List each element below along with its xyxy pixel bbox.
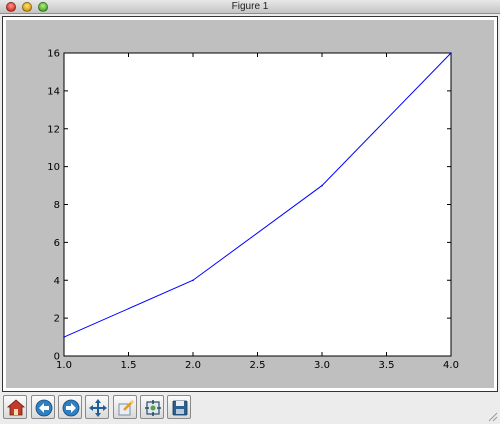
figure-canvas: 1.0 1.5 2.0 2.5 3.0 3.5 4.0 0 2 4 6 8 10 12 14 16: [2, 16, 498, 392]
pan-button[interactable]: [85, 395, 109, 419]
y-tick-label: 12: [47, 124, 60, 135]
pan-icon: [89, 399, 107, 417]
subplots-icon: [145, 400, 161, 416]
save-icon: [172, 400, 188, 416]
back-button[interactable]: [31, 395, 55, 419]
x-tick-label: 1.5: [121, 360, 137, 371]
x-tick-label: 4.0: [443, 360, 459, 371]
plot-area: [63, 52, 452, 357]
y-tick-label: 14: [47, 86, 60, 97]
y-tick-label: 6: [54, 238, 60, 249]
y-tick-label: 16: [47, 49, 60, 60]
x-tick-label: 3.5: [379, 360, 395, 371]
resize-grip-icon[interactable]: [486, 410, 498, 422]
data-point: [63, 336, 65, 338]
x-tick-label: 2.0: [185, 360, 201, 371]
home-icon: [6, 399, 26, 416]
forward-button[interactable]: [58, 395, 82, 419]
zoom-rect-icon: [118, 400, 134, 416]
zoom-rect-button[interactable]: [113, 395, 137, 419]
figure-background: 1.0 1.5 2.0 2.5 3.0 3.5 4.0 0 2 4 6 8 10 12 14 16: [6, 20, 494, 388]
y-tick-label: 8: [54, 200, 60, 211]
x-tick-label: 2.5: [250, 360, 266, 371]
forward-arrow-icon: [62, 399, 80, 417]
subplots-button[interactable]: [140, 395, 164, 419]
save-button[interactable]: [167, 395, 191, 419]
y-tick-label: 4: [54, 276, 60, 287]
y-tick-label: 0: [54, 352, 60, 363]
back-arrow-icon: [35, 399, 53, 417]
window-title: Figure 1: [231, 1, 269, 12]
x-tick-label: 3.0: [314, 360, 330, 371]
line-chart: 1.0 1.5 2.0 2.5 3.0 3.5 4.00246810121416: [47, 49, 459, 372]
data-point: [321, 184, 323, 187]
data-point: [192, 279, 194, 282]
navigation-toolbar: [0, 394, 500, 424]
window-titlebar: Figure 1: [0, 0, 500, 14]
data-point: [450, 52, 452, 54]
y-tick-label: 10: [47, 162, 60, 173]
home-button[interactable]: [3, 395, 27, 419]
y-tick-label: 2: [54, 314, 60, 325]
